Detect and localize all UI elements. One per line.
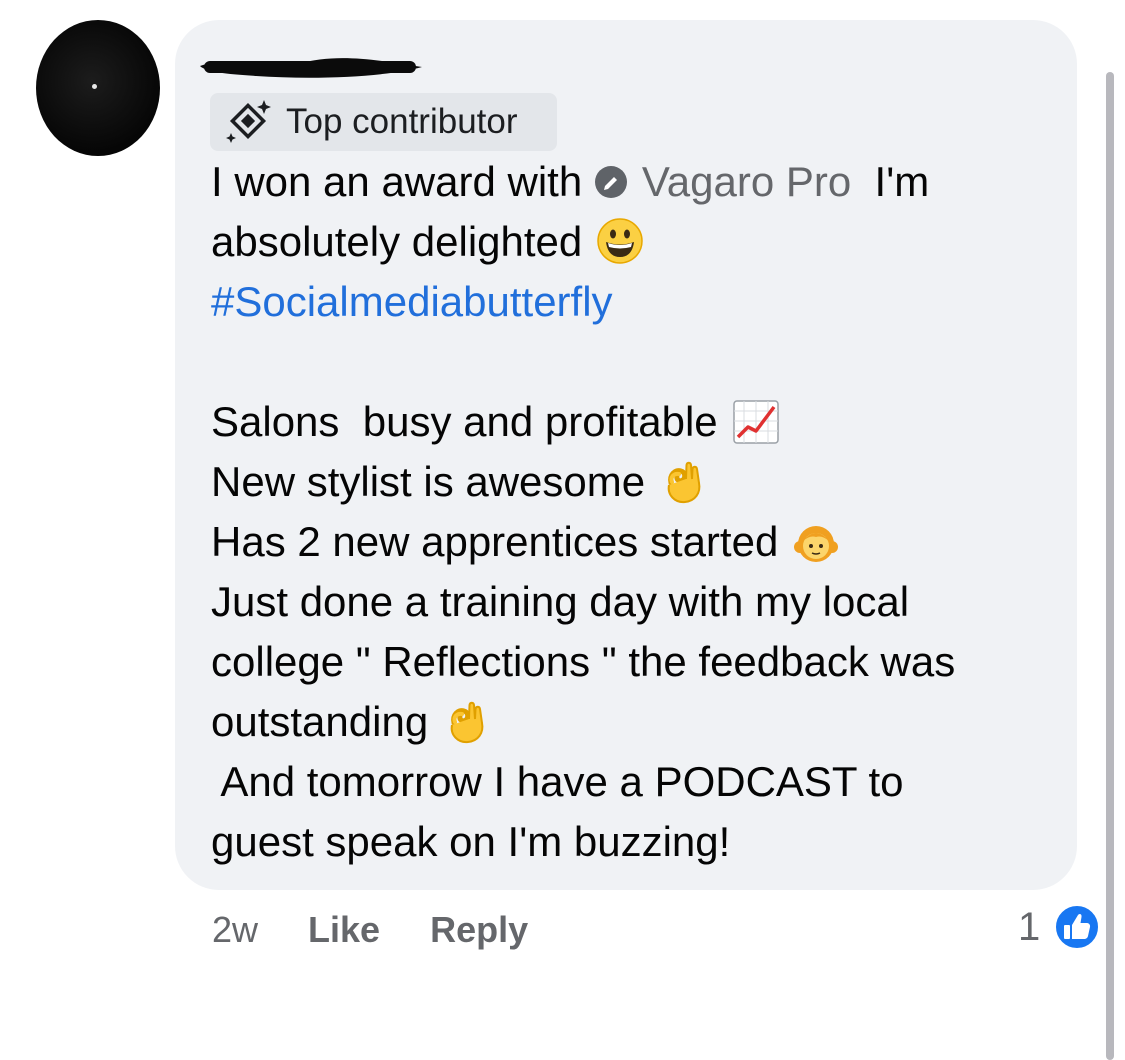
girl-emoji-icon	[792, 517, 840, 565]
redacted-author-name[interactable]	[196, 50, 426, 82]
top-contributor-badge[interactable]: Top contributor	[210, 93, 557, 151]
avatar[interactable]	[36, 20, 160, 156]
top-contributor-icon	[226, 100, 271, 143]
grinning-face-emoji-icon	[596, 217, 644, 265]
comment-timestamp[interactable]: 2w	[212, 909, 258, 951]
comment-line: Has 2 new apprentices started	[211, 512, 1071, 572]
comment-line: guest speak on I'm buzzing!	[211, 818, 731, 865]
line-text: I'm	[851, 158, 930, 205]
comment-text: I won an award with Vagaro Pro I'm absol…	[211, 152, 1071, 872]
line-text: I won an award with	[211, 158, 594, 205]
comment-actions: 2w Like Reply	[212, 905, 528, 955]
hashtag-link[interactable]: #Socialmediabutterfly	[211, 272, 1071, 332]
comment-line: college " Reflections " the feedback was	[211, 638, 956, 685]
like-reaction-icon[interactable]	[1053, 903, 1101, 951]
scrollbar[interactable]	[1106, 72, 1114, 1060]
ok-hand-emoji-icon	[659, 457, 707, 505]
line-text: New stylist is awesome	[211, 458, 646, 505]
avatar-glint	[92, 84, 97, 89]
line-text: outstanding	[211, 698, 429, 745]
comment-line: outstanding	[211, 692, 1071, 752]
top-contributor-label: Top contributor	[286, 102, 518, 141]
mention-link[interactable]: Vagaro Pro	[642, 158, 851, 205]
comment-screenshot: Top contributor I won an award with Vaga…	[0, 0, 1125, 1060]
like-button[interactable]: Like	[308, 909, 380, 951]
reply-button[interactable]: Reply	[430, 909, 528, 951]
chart-increasing-emoji-icon	[732, 397, 780, 445]
comment-line: absolutely delighted	[211, 212, 1071, 272]
comment-line: New stylist is awesome	[211, 452, 1071, 512]
ok-hand-emoji-icon	[442, 697, 490, 745]
line-text: Salons busy and profitable	[211, 398, 718, 445]
line-text: absolutely delighted	[211, 218, 583, 265]
line-text: Has 2 new apprentices started	[211, 518, 779, 565]
comment-line: Just done a training day with my local	[211, 578, 910, 625]
comment-line: I won an award with Vagaro Pro I'm	[211, 152, 1071, 212]
comment-line: Salons busy and profitable	[211, 392, 1071, 452]
verified-badge-icon	[594, 166, 627, 198]
reaction-count[interactable]: 1	[1018, 902, 1040, 952]
comment-line: And tomorrow I have a PODCAST to	[211, 758, 904, 805]
